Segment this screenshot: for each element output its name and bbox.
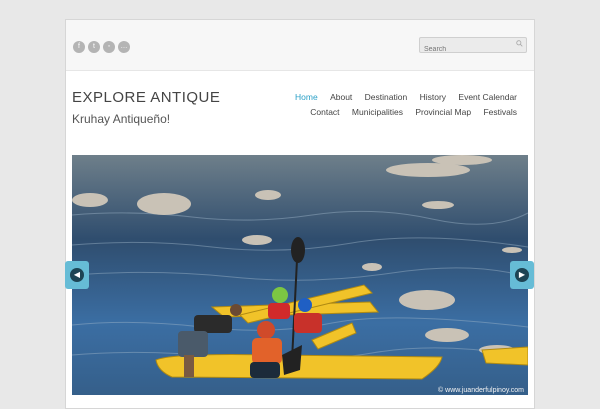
photo-credit: © www.juanderfulpinoy.com	[438, 387, 524, 394]
nav-row-1: Home About Destination History Event Cal…	[267, 90, 517, 105]
search-icon[interactable]	[516, 40, 523, 47]
social-links: f t ◦ …	[73, 41, 130, 53]
slider-next-button[interactable]: ▶	[510, 261, 534, 289]
nav-festivals[interactable]: Festivals	[483, 107, 517, 117]
main-nav: Home About Destination History Event Cal…	[267, 90, 517, 120]
image-slider: © www.juanderfulpinoy.com	[72, 155, 528, 395]
twitter-icon[interactable]: t	[88, 41, 100, 53]
nav-home[interactable]: Home	[295, 92, 318, 102]
nav-provincial-map[interactable]: Provincial Map	[415, 107, 471, 117]
facebook-icon[interactable]: f	[73, 41, 85, 53]
site-title[interactable]: EXPLORE ANTIQUE	[72, 89, 220, 106]
site-tagline: Kruhay Antiqueño!	[72, 112, 171, 126]
slide-photo-kayakers	[72, 155, 528, 395]
nav-contact[interactable]: Contact	[310, 107, 339, 117]
search-box	[419, 37, 527, 57]
nav-destination[interactable]: Destination	[365, 92, 408, 102]
nav-about[interactable]: About	[330, 92, 352, 102]
search-input[interactable]	[420, 42, 512, 57]
top-bar: f t ◦ …	[66, 20, 534, 71]
rss-icon[interactable]: ◦	[103, 41, 115, 53]
slider-prev-button[interactable]: ◀	[65, 261, 89, 289]
nav-history[interactable]: History	[420, 92, 446, 102]
nav-event-calendar[interactable]: Event Calendar	[458, 92, 517, 102]
chat-icon[interactable]: …	[118, 41, 130, 53]
chevron-right-icon: ▶	[515, 268, 529, 282]
chevron-left-icon: ◀	[70, 268, 84, 282]
nav-row-2: Contact Municipalities Provincial Map Fe…	[267, 105, 517, 120]
page-container: f t ◦ … EXPLORE ANTIQUE Kruhay Antiqueño…	[65, 19, 535, 409]
nav-municipalities[interactable]: Municipalities	[352, 107, 403, 117]
